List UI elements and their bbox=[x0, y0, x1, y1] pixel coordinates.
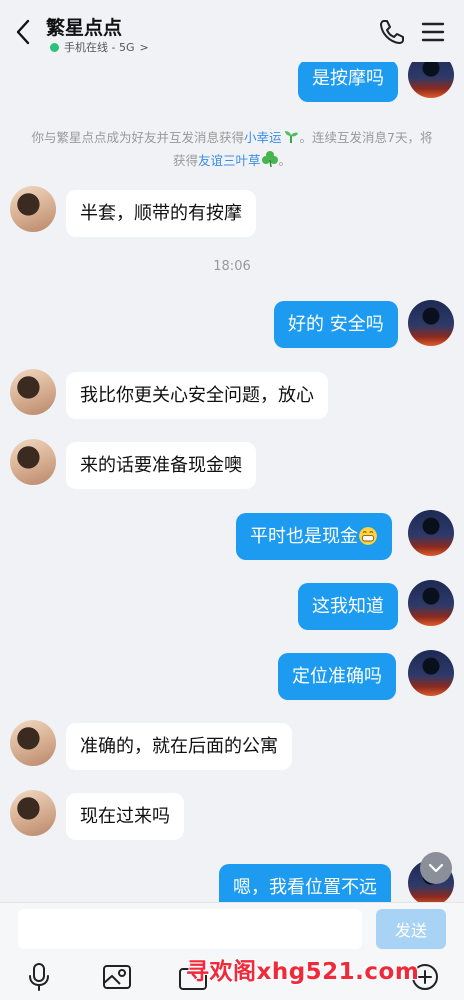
clover-link[interactable]: 友谊三叶草 bbox=[198, 153, 261, 168]
send-button[interactable]: 发送 bbox=[376, 909, 446, 949]
scroll-to-bottom-button[interactable] bbox=[420, 852, 452, 884]
phone-icon bbox=[380, 20, 404, 44]
my-avatar[interactable] bbox=[408, 580, 454, 626]
sprout-icon bbox=[284, 131, 298, 143]
menu-icon bbox=[421, 22, 445, 42]
grin-emoji-icon bbox=[359, 527, 377, 545]
message-outgoing[interactable]: 这我知道 bbox=[298, 583, 398, 630]
timestamp: 18:06 bbox=[213, 259, 251, 274]
message-incoming[interactable]: 我比你更关心安全问题，放心 bbox=[66, 372, 328, 419]
my-avatar[interactable] bbox=[408, 62, 454, 98]
message-outgoing[interactable]: 是按摩吗 bbox=[298, 62, 398, 102]
image-button[interactable] bbox=[102, 961, 132, 993]
my-avatar[interactable] bbox=[408, 300, 454, 346]
image-icon bbox=[103, 965, 131, 989]
chat-header: 繁星点点 手机在线 - 5G > bbox=[0, 0, 464, 62]
back-button[interactable] bbox=[10, 16, 36, 48]
chevron-down-icon bbox=[428, 863, 444, 873]
message-list[interactable]: 是按摩吗 你与繁星点点成为好友并互发消息获得小幸运 。连续互发消息7天，将获得友谊… bbox=[0, 62, 464, 902]
friend-avatar[interactable] bbox=[10, 790, 56, 836]
message-text: 平时也是现金 bbox=[250, 526, 358, 547]
system-notice: 你与繁星点点成为好友并互发消息获得小幸运 。连续互发消息7天，将获得友谊三叶草。 bbox=[30, 126, 434, 172]
presence-arrow: > bbox=[139, 40, 149, 54]
my-avatar[interactable] bbox=[408, 510, 454, 556]
online-dot-icon bbox=[50, 42, 59, 52]
message-input[interactable] bbox=[18, 909, 362, 949]
system-notice-text: 你与繁星点点成为好友并互发消息获得 bbox=[31, 130, 245, 145]
friend-avatar[interactable] bbox=[10, 369, 56, 415]
message-outgoing[interactable]: 好的 安全吗 bbox=[274, 301, 398, 348]
message-incoming[interactable]: 半套，顺带的有按摩 bbox=[66, 190, 256, 237]
microphone-icon bbox=[29, 963, 49, 991]
friend-avatar[interactable] bbox=[10, 720, 56, 766]
message-outgoing[interactable]: 定位准确吗 bbox=[278, 653, 396, 700]
message-outgoing[interactable]: 平时也是现金 bbox=[236, 513, 392, 560]
phone-call-button[interactable] bbox=[378, 18, 406, 46]
watermark-overlay: 寻欢阁xhg521.com bbox=[186, 959, 420, 985]
my-avatar[interactable] bbox=[408, 650, 454, 696]
lucky-link[interactable]: 小幸运 bbox=[244, 130, 282, 145]
voice-button[interactable] bbox=[24, 961, 54, 993]
message-incoming[interactable]: 现在过来吗 bbox=[66, 793, 184, 840]
presence-text: 手机在线 - 5G bbox=[64, 41, 135, 54]
clover-icon bbox=[261, 151, 278, 168]
menu-button[interactable] bbox=[420, 20, 446, 44]
message-incoming[interactable]: 准确的，就在后面的公寓 bbox=[66, 723, 292, 770]
chat-title[interactable]: 繁星点点 bbox=[46, 13, 122, 40]
friend-avatar[interactable] bbox=[10, 439, 56, 485]
message-incoming[interactable]: 来的话要准备现金噢 bbox=[66, 442, 256, 489]
presence-status[interactable]: 手机在线 - 5G > bbox=[50, 39, 149, 55]
chevron-left-icon bbox=[16, 19, 30, 45]
friend-avatar[interactable] bbox=[10, 186, 56, 232]
message-outgoing[interactable]: 嗯，我看位置不远 bbox=[219, 864, 391, 902]
system-notice-text: 。 bbox=[278, 153, 292, 168]
